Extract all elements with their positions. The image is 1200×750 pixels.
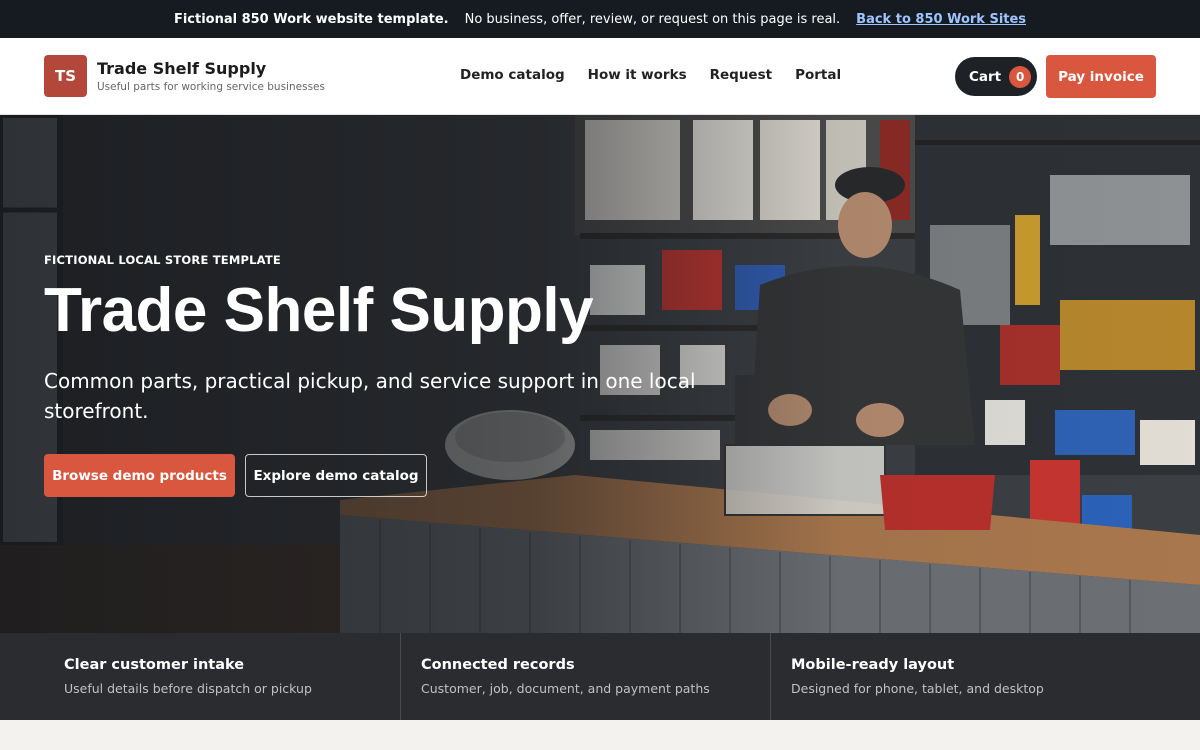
pay-invoice-button[interactable]: Pay invoice	[1046, 55, 1156, 98]
nav-demo-catalog[interactable]: Demo catalog	[460, 67, 565, 83]
feature-item: Clear customer intake Useful details bef…	[0, 633, 400, 720]
feature-title: Clear customer intake	[64, 657, 245, 673]
brand-tagline: Useful parts for working service busines…	[97, 81, 325, 93]
feature-desc: Designed for phone, tablet, and desktop	[791, 681, 1044, 696]
nav-portal[interactable]: Portal	[795, 67, 841, 83]
hero-subtitle: Common parts, practical pickup, and serv…	[44, 369, 696, 423]
logo-badge[interactable]: TS	[44, 55, 87, 97]
feature-desc: Customer, job, document, and payment pat…	[421, 681, 710, 696]
features-strip: Clear customer intake Useful details bef…	[0, 633, 1200, 720]
main-nav: Demo catalog How it works Request Portal	[460, 67, 841, 83]
demo-notice-bar: Fictional 850 Work website template. No …	[0, 0, 1200, 38]
back-to-sites-link[interactable]: Back to 850 Work Sites	[856, 12, 1026, 27]
feature-desc: Useful details before dispatch or pickup	[64, 681, 312, 696]
hero-title: Trade Shelf Supply	[44, 276, 594, 345]
feature-item: Mobile-ready layout Designed for phone, …	[770, 633, 1200, 720]
notice-strong-text: Fictional 850 Work website template.	[173, 11, 449, 27]
feature-title: Mobile-ready layout	[791, 657, 955, 673]
site-header: TS Trade Shelf Supply Useful parts for w…	[0, 38, 1200, 115]
explore-catalog-button[interactable]: Explore demo catalog	[245, 454, 427, 497]
nav-request[interactable]: Request	[710, 67, 772, 83]
feature-title: Connected records	[421, 657, 575, 673]
nav-how-it-works[interactable]: How it works	[588, 67, 687, 83]
browse-products-button[interactable]: Browse demo products	[44, 454, 235, 497]
cart-count-badge: 0	[1009, 65, 1032, 88]
cart-button[interactable]: Cart 0	[955, 57, 1037, 96]
cart-label: Cart	[969, 68, 1002, 85]
hero-section: FICTIONAL LOCAL STORE TEMPLATE Trade She…	[0, 115, 1200, 633]
page-content-start	[0, 720, 1200, 750]
feature-item: Connected records Customer, job, documen…	[400, 633, 770, 720]
hero-eyebrow: FICTIONAL LOCAL STORE TEMPLATE	[44, 253, 281, 267]
brand-name[interactable]: Trade Shelf Supply	[97, 59, 266, 78]
notice-text: No business, offer, review, or request o…	[464, 11, 841, 27]
